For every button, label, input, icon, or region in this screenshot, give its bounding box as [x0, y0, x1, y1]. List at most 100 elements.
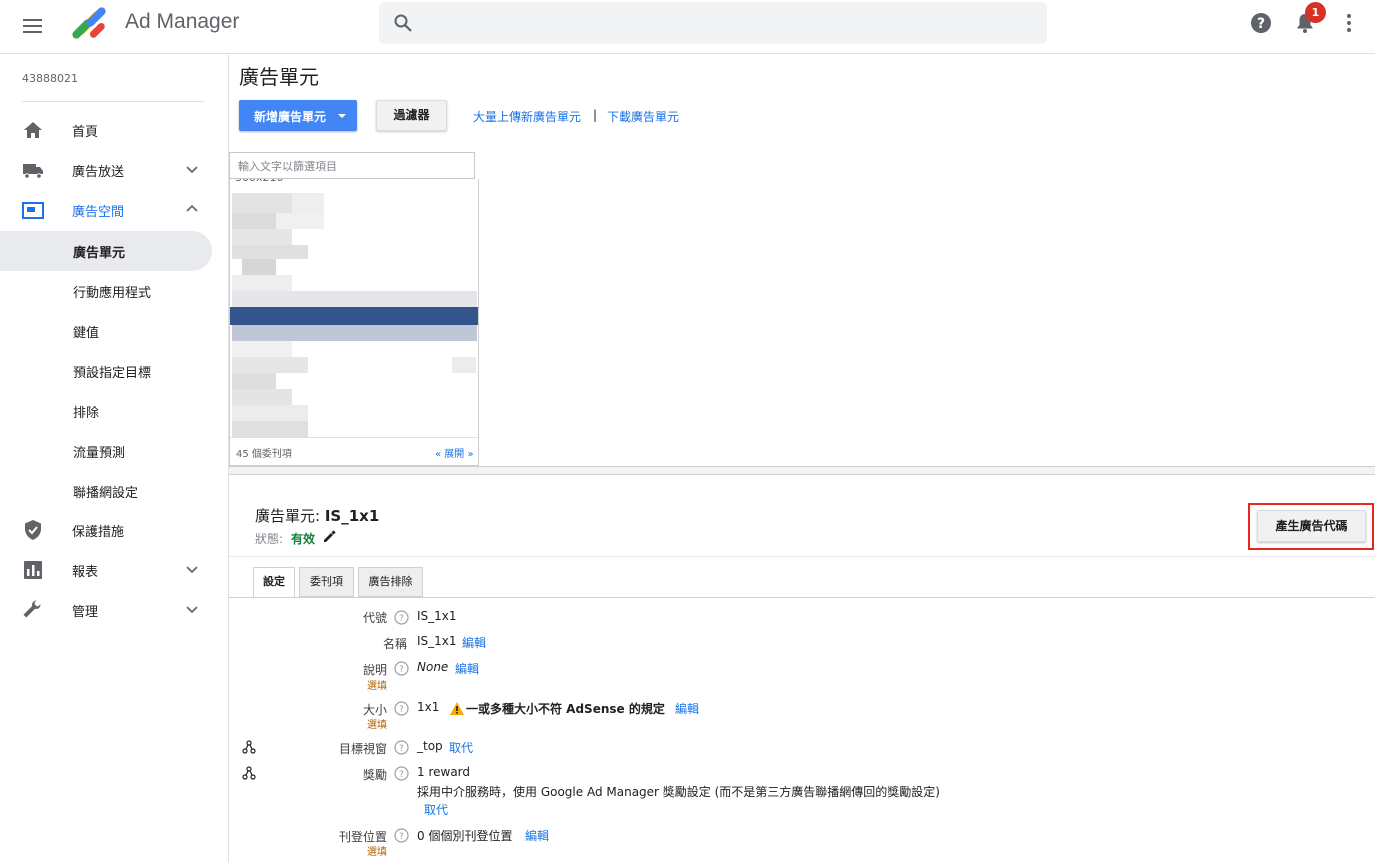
inventory-icon: [22, 202, 44, 219]
svg-text:?: ?: [399, 614, 404, 624]
edit-size-link[interactable]: 編輯: [675, 700, 699, 717]
chevron-down-icon[interactable]: [184, 601, 200, 617]
edit-placement-link[interactable]: 編輯: [525, 827, 549, 844]
svg-text:?: ?: [399, 744, 404, 754]
sidebar-subitem-key-values[interactable]: 鍵值: [0, 311, 212, 351]
tree-expand-link[interactable]: « 展開 »: [435, 445, 474, 460]
help-circle-icon[interactable]: ?: [394, 610, 409, 625]
shield-icon: [25, 520, 41, 540]
description-label: 說明: [362, 663, 387, 677]
blurred-tree-row[interactable]: [232, 405, 308, 421]
ad-unit-tree[interactable]: 300x210 45 個委刊項 « 展開 »: [229, 179, 479, 466]
help-circle-icon[interactable]: ?: [394, 828, 409, 843]
sidebar-item-label: 管理: [72, 605, 99, 620]
blurred-tree-row[interactable]: [232, 341, 292, 357]
home-icon: [24, 122, 42, 138]
pencil-icon[interactable]: [322, 530, 336, 544]
blurred-tree-row[interactable]: [232, 213, 276, 229]
network-id: 43888021: [22, 72, 78, 85]
search-bar[interactable]: [379, 2, 1047, 44]
placement-value: 0 個個別刊登位置: [417, 829, 513, 843]
sidebar-item-reports[interactable]: 報表: [0, 550, 212, 590]
help-circle-icon[interactable]: ?: [394, 661, 409, 676]
chevron-down-icon[interactable]: [184, 561, 200, 577]
override-target-window-link[interactable]: 取代: [449, 739, 473, 756]
blurred-tree-row[interactable]: [232, 421, 308, 437]
blurred-tree-row[interactable]: [232, 373, 276, 389]
edit-description-link[interactable]: 編輯: [455, 660, 479, 677]
reward-label: 獎勵: [362, 768, 387, 782]
blurred-tree-row[interactable]: [232, 291, 477, 307]
new-ad-unit-button[interactable]: 新增廣告單元: [239, 100, 357, 131]
chevron-down-icon[interactable]: [184, 161, 200, 177]
code-label: 代號: [362, 611, 387, 625]
reward-value: 1 reward: [417, 765, 471, 779]
ad-manager-logo[interactable]: [68, 3, 112, 43]
sidebar-subitem-label: 排除: [73, 406, 100, 421]
new-ad-unit-label: 新增廣告單元: [254, 110, 327, 124]
sidebar-item-label: 報表: [72, 565, 99, 580]
tab-settings[interactable]: 設定: [253, 567, 295, 598]
sidebar-item-inventory[interactable]: 廣告空間: [0, 190, 212, 230]
tab-line-items[interactable]: 委刊項: [299, 567, 354, 597]
selected-tree-row[interactable]: [230, 307, 478, 325]
help-circle-icon[interactable]: ?: [394, 766, 409, 781]
description-value: None: [417, 660, 448, 674]
blurred-tree-row[interactable]: [232, 357, 308, 373]
blurred-tree-row[interactable]: [232, 229, 292, 245]
override-reward-link[interactable]: 取代: [424, 801, 448, 818]
sidebar-subitem-label: 鍵值: [73, 326, 100, 341]
edit-name-link[interactable]: 編輯: [462, 634, 486, 651]
sidebar-item-label: 首頁: [72, 125, 99, 140]
warning-icon: [450, 702, 464, 715]
ad-unit-header-prefix: 廣告單元:: [255, 507, 321, 525]
optional-label: 選填: [367, 720, 387, 731]
wrench-icon: [23, 600, 41, 618]
blurred-tree-row[interactable]: [232, 389, 292, 405]
download-ad-units-link[interactable]: 下載廣告單元: [607, 108, 679, 125]
inherited-hierarchy-icon: [242, 766, 256, 780]
sidebar-subitem-label: 預設指定目標: [73, 366, 152, 381]
sidebar-subitem-forecasting[interactable]: 流量預測: [0, 431, 212, 471]
search-icon[interactable]: [393, 13, 413, 33]
tab-ad-exclusions[interactable]: 廣告排除: [358, 567, 423, 597]
help-icon[interactable]: ?: [1250, 12, 1272, 34]
sidebar-subitem-ad-units[interactable]: 廣告單元: [0, 231, 212, 271]
pane-splitter[interactable]: [229, 466, 1375, 475]
app-title: Ad Manager: [125, 10, 240, 33]
sidebar-subitem-exclusions[interactable]: 排除: [0, 391, 212, 431]
status-value: 有效: [291, 532, 316, 546]
ad-unit-name: IS_1x1: [324, 507, 380, 525]
sidebar-subitem-network-settings[interactable]: 聯播網設定: [0, 471, 212, 511]
help-circle-icon[interactable]: ?: [394, 701, 409, 716]
more-vert-icon[interactable]: [1340, 12, 1358, 34]
generate-tags-button[interactable]: 產生廣告代碼: [1257, 510, 1366, 542]
blurred-tree-row[interactable]: [232, 245, 308, 259]
svg-text:?: ?: [1257, 16, 1265, 32]
sidebar-subitem-apps[interactable]: 行動應用程式: [0, 271, 212, 311]
sidebar-subitem-label: 流量預測: [73, 446, 126, 461]
top-app-bar: Ad Manager ? 1: [0, 0, 1375, 54]
blurred-tree-row[interactable]: [232, 325, 477, 341]
link-separator: |: [593, 108, 598, 122]
tree-filter-input[interactable]: 輸入文字以篩選項目: [229, 152, 475, 179]
blurred-tree-row[interactable]: [242, 259, 276, 275]
sidebar-subitem-default-targeting[interactable]: 預設指定目標: [0, 351, 212, 391]
chevron-up-icon[interactable]: [184, 201, 200, 217]
sidebar-item-protections[interactable]: 保護措施: [0, 510, 212, 550]
blurred-tree-row[interactable]: [232, 193, 292, 213]
svg-text:?: ?: [399, 832, 404, 842]
filter-button[interactable]: 過濾器: [376, 100, 447, 131]
sidebar-item-home[interactable]: 首頁: [0, 110, 212, 150]
sidebar-item-delivery[interactable]: 廣告放送: [0, 150, 212, 190]
blurred-tree-row[interactable]: [232, 275, 292, 291]
sidebar-subitem-label: 行動應用程式: [73, 286, 152, 301]
menu-icon[interactable]: [22, 15, 44, 37]
help-circle-icon[interactable]: ?: [394, 740, 409, 755]
ad-unit-header: 廣告單元: IS_1x1: [255, 505, 379, 526]
dropdown-caret-icon: [338, 114, 346, 118]
inherited-hierarchy-icon: [242, 740, 256, 754]
bulk-upload-link[interactable]: 大量上傳新廣告單元: [473, 108, 581, 125]
svg-text:?: ?: [399, 705, 404, 715]
sidebar-item-admin[interactable]: 管理: [0, 590, 212, 630]
